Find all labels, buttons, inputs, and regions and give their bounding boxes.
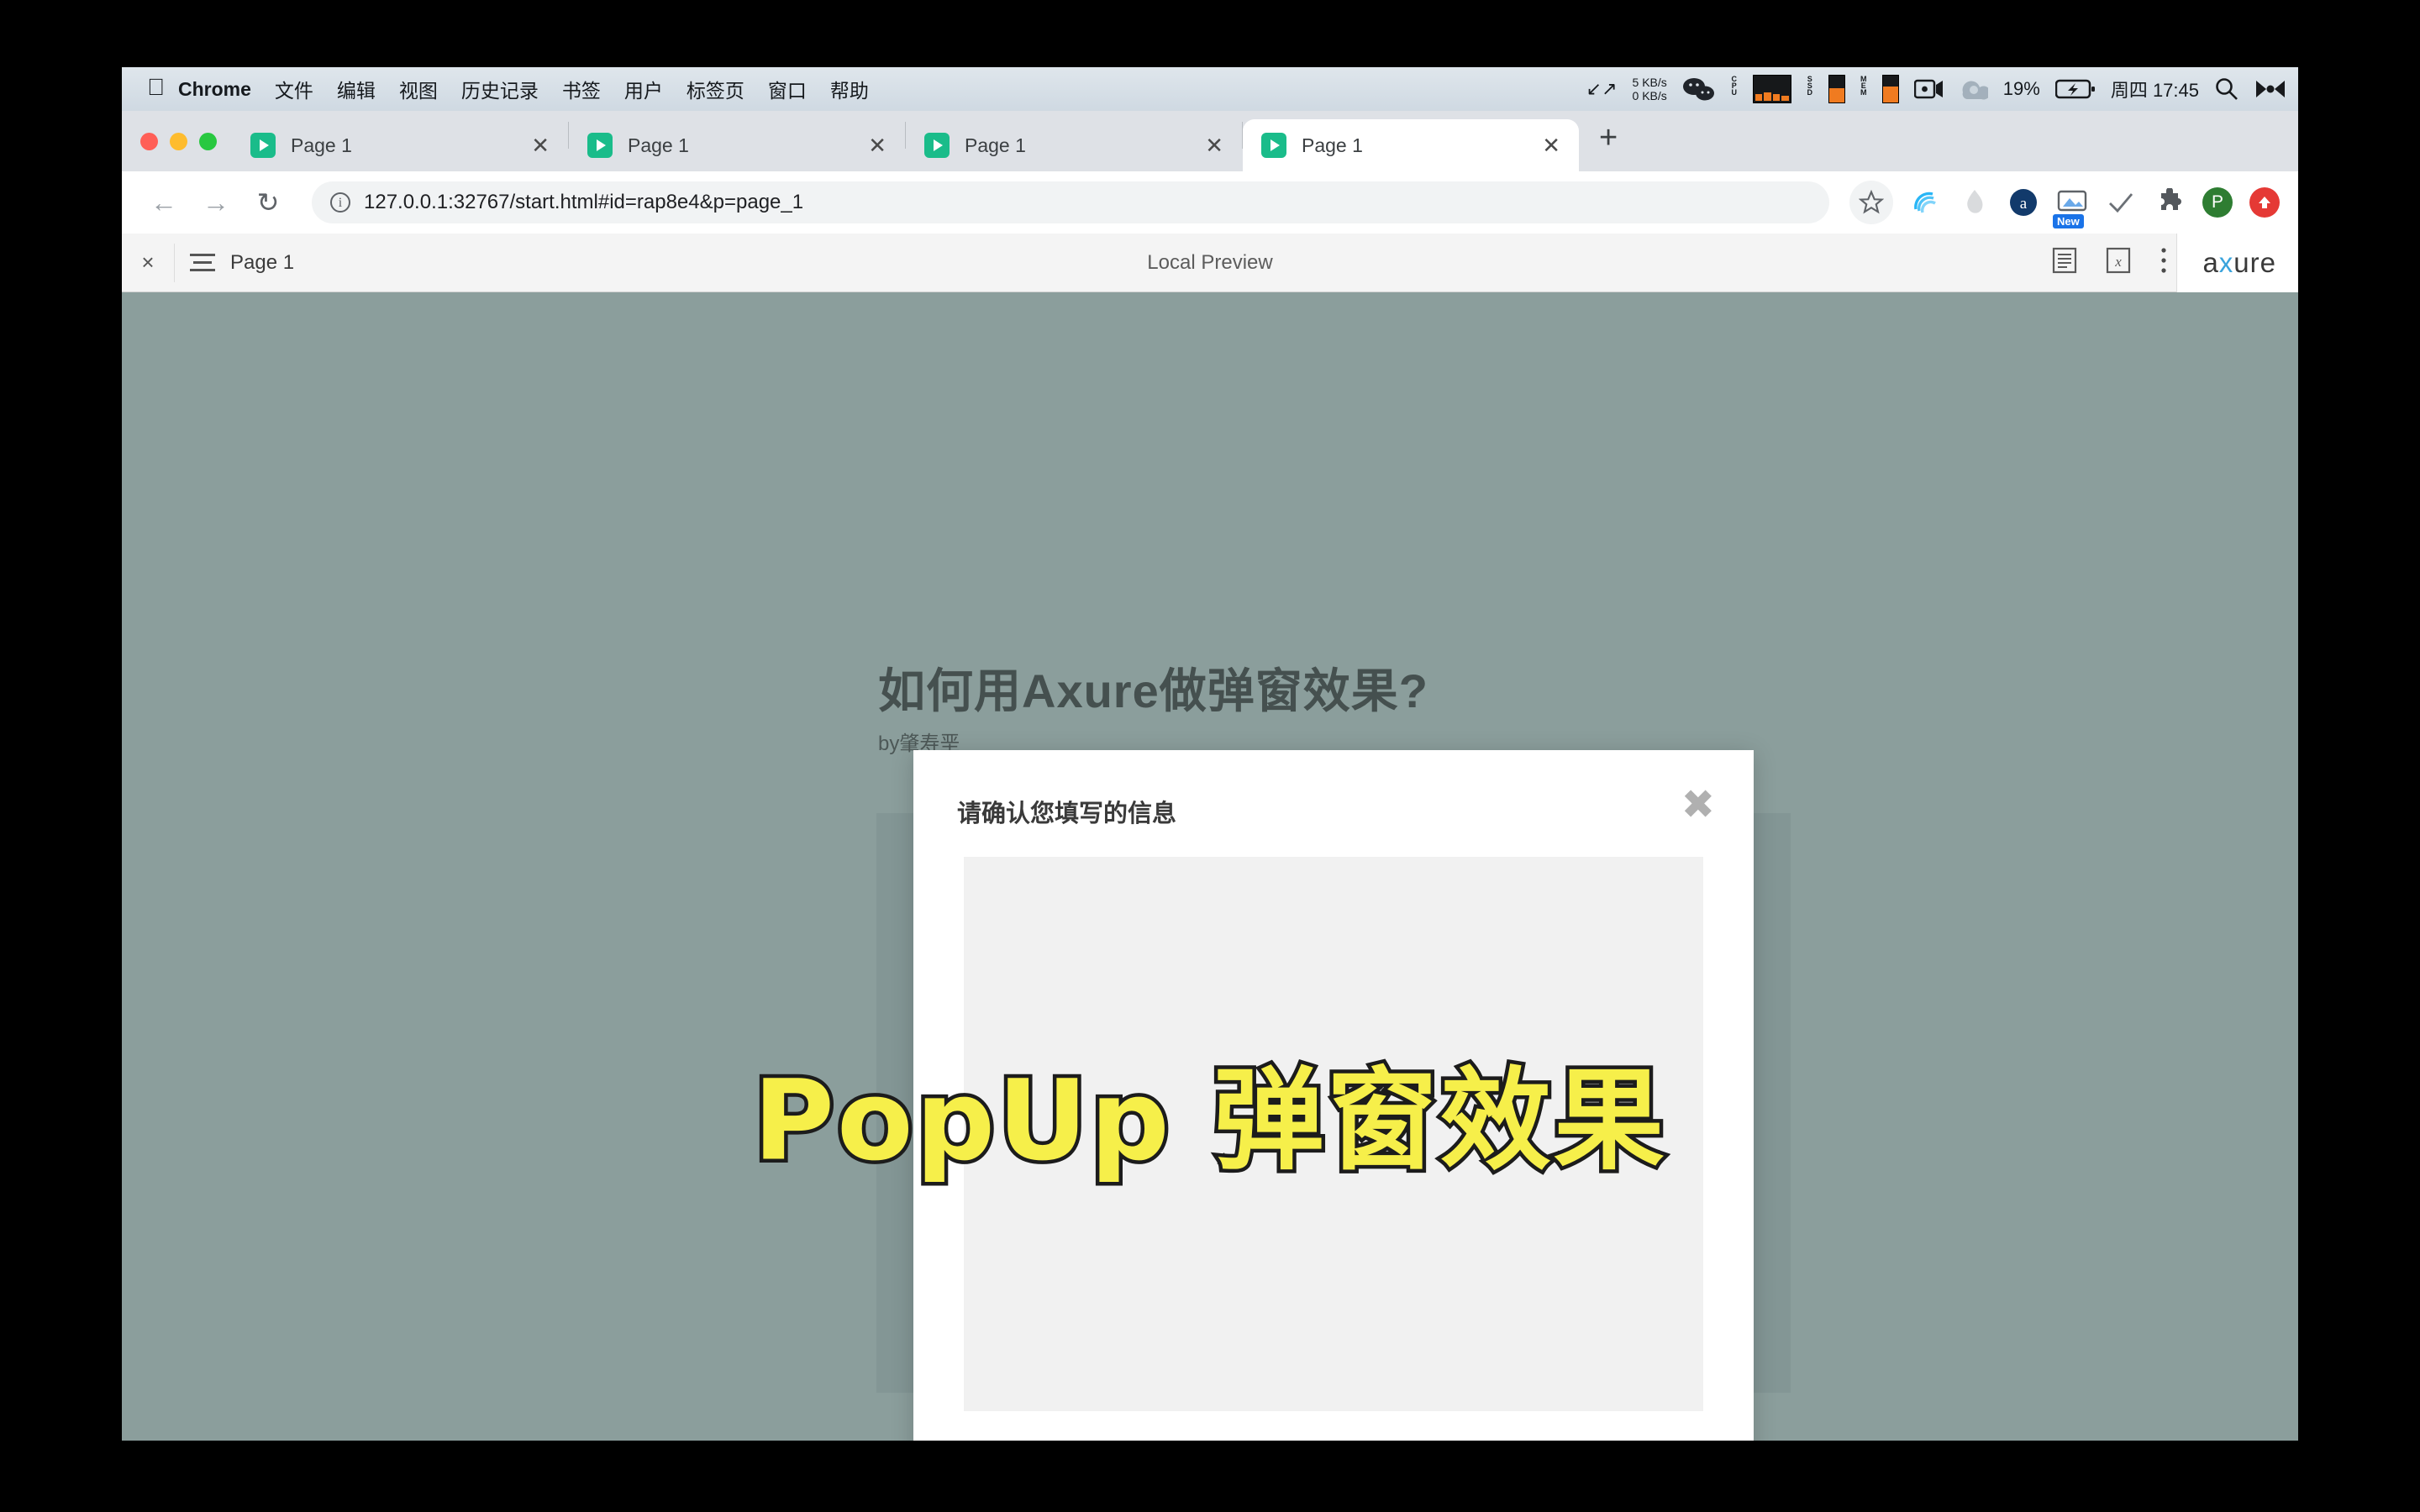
axure-favicon-icon	[250, 133, 276, 158]
desktop-screen:  Chrome 文件 编辑 视图 历史记录 书签 用户 标签页 窗口 帮助 ↙…	[122, 67, 2298, 1441]
extensions-toolbar: a New P	[1849, 181, 2280, 228]
mem-label: MEM	[1859, 75, 1868, 95]
menu-item-profiles[interactable]: 用户	[624, 75, 663, 103]
tab-close-icon[interactable]: ✕	[1535, 133, 1567, 159]
svg-text:x: x	[2115, 254, 2123, 270]
modal-close-icon[interactable]: ✖	[1681, 785, 1715, 826]
menu-item-file[interactable]: 文件	[275, 75, 313, 103]
address-bar-url: 127.0.0.1:32767/start.html#id=rap8e4&p=p…	[364, 191, 804, 213]
extension-new-badge: New	[2053, 214, 2084, 228]
axure-logo[interactable]: a x ure	[2176, 233, 2298, 292]
menu-item-view[interactable]: 视图	[399, 75, 438, 103]
network-upload-speed: 5 KB/s	[1632, 76, 1667, 89]
interactions-panel-icon[interactable]: x	[2106, 247, 2131, 278]
tab-title: Page 1	[965, 134, 1026, 156]
ssd-label: SSD	[1805, 75, 1814, 95]
menu-item-bookmarks[interactable]: 书签	[562, 75, 601, 103]
puzzle-extensions-icon[interactable]	[2154, 186, 2186, 218]
ssd-meter-icon[interactable]	[1828, 75, 1845, 103]
axure-preview-mode-label: Local Preview	[1147, 250, 1273, 274]
axure-preview-toolbar: × Page 1 Local Preview x a x ure	[122, 233, 2298, 292]
address-bar[interactable]: i 127.0.0.1:32767/start.html#id=rap8e4&p…	[312, 181, 1829, 223]
tab-title: Page 1	[291, 134, 352, 156]
menubar-clock[interactable]: 周四 17:45	[2111, 76, 2199, 102]
tab-close-icon[interactable]: ✕	[861, 133, 893, 159]
profile-avatar[interactable]: P	[2202, 187, 2233, 218]
new-tab-button[interactable]: +	[1579, 120, 1634, 163]
macos-menu-bar:  Chrome 文件 编辑 视图 历史记录 书签 用户 标签页 窗口 帮助 ↙…	[122, 67, 2298, 111]
tab-close-icon[interactable]: ✕	[1198, 133, 1230, 159]
waves-extension-icon[interactable]	[1910, 186, 1942, 218]
tab-title: Page 1	[628, 134, 689, 156]
menu-item-tab[interactable]: 标签页	[687, 75, 744, 103]
network-download-speed: 0 KB/s	[1632, 89, 1667, 102]
cloud-sync-icon[interactable]	[1960, 77, 1988, 101]
menu-item-window[interactable]: 窗口	[768, 75, 807, 103]
prototype-canvas: 如何用Axure做弹窗效果? by肇寿垩 请确认您填写的信息 ✖ 取消 确认 P…	[122, 292, 2298, 1441]
bookmark-star-icon[interactable]	[1849, 181, 1893, 224]
forward-button[interactable]: →	[192, 187, 239, 218]
resize-arrows-icon[interactable]: ↙↗	[1586, 78, 1618, 100]
axure-toolbar-right: x	[2052, 246, 2176, 279]
axure-page-name: Page 1	[230, 250, 295, 274]
cpu-label: CPU	[1729, 75, 1739, 95]
axure-logo-ure: ure	[2233, 246, 2276, 278]
battery-charging-icon[interactable]	[2054, 77, 2096, 101]
mem-meter-icon[interactable]	[1881, 75, 1899, 103]
reload-button[interactable]: ↻	[245, 186, 292, 218]
menu-item-help[interactable]: 帮助	[830, 75, 869, 103]
tab-close-icon[interactable]: ✕	[524, 133, 556, 159]
svg-text:a: a	[2020, 195, 2028, 213]
network-speed-indicator[interactable]: 5 KB/s 0 KB/s	[1633, 76, 1667, 102]
screenshot-extension-icon[interactable]: New	[2053, 186, 2088, 228]
axure-favicon-icon	[1261, 133, 1286, 158]
browser-tab-4-active[interactable]: Page 1 ✕	[1243, 119, 1579, 171]
site-info-icon[interactable]: i	[330, 192, 350, 213]
browser-tab-1[interactable]: Page 1 ✕	[232, 119, 568, 171]
video-caption-overlay: PopUp 弹窗效果	[750, 1053, 1669, 1189]
window-minimize-button[interactable]	[170, 132, 187, 150]
tab-title: Page 1	[1302, 134, 1363, 156]
wechat-icon[interactable]	[1682, 76, 1716, 102]
menubar-status-area: ↙↗ 5 KB/s 0 KB/s CPU SSD MEM 19% 周四 17:4…	[1586, 75, 2286, 103]
menu-item-history[interactable]: 历史记录	[461, 75, 539, 103]
browser-tab-strip: Page 1 ✕ Page 1 ✕ Page 1 ✕ Page 1 ✕ +	[122, 111, 2298, 171]
cpu-meter-icon[interactable]	[1752, 75, 1791, 103]
axure-logo-a: a	[2202, 246, 2219, 278]
back-button[interactable]: ←	[140, 187, 187, 218]
prototype-title: 如何用Axure做弹窗效果?	[878, 664, 1428, 717]
window-traffic-lights	[137, 111, 232, 171]
modal-title: 请确认您填写的信息	[957, 801, 1177, 827]
droplet-extension-icon[interactable]	[1959, 186, 1991, 218]
browser-tab-2[interactable]: Page 1 ✕	[569, 119, 905, 171]
window-close-button[interactable]	[140, 132, 158, 150]
spotlight-search-icon[interactable]	[2214, 76, 2239, 102]
menu-item-chrome[interactable]: Chrome	[178, 78, 251, 101]
axure-logo-x: x	[2218, 246, 2234, 278]
battery-percent-label: 19%	[2002, 78, 2040, 99]
update-extension-icon[interactable]	[2249, 187, 2280, 218]
browser-tab-3[interactable]: Page 1 ✕	[906, 119, 1242, 171]
axure-favicon-icon	[587, 133, 613, 158]
chrome-browser-window: Page 1 ✕ Page 1 ✕ Page 1 ✕ Page 1 ✕ + ← …	[122, 111, 2298, 1441]
window-maximize-button[interactable]	[199, 132, 217, 150]
control-center-icon[interactable]	[2254, 79, 2286, 99]
a-badge-extension-icon[interactable]: a	[2007, 186, 2039, 218]
apple-menu-icon[interactable]: 	[147, 76, 165, 99]
checkmark-extension-icon[interactable]	[2105, 186, 2137, 218]
axure-close-sidebar-button[interactable]: ×	[122, 249, 174, 276]
browser-toolbar: ← → ↻ i 127.0.0.1:32767/start.html#id=ra…	[122, 171, 2298, 234]
screen-recorder-icon[interactable]	[1913, 78, 1944, 100]
axure-favicon-icon	[924, 133, 950, 158]
notes-panel-icon[interactable]	[2052, 247, 2077, 278]
menu-item-edit[interactable]: 编辑	[337, 75, 376, 103]
more-options-icon[interactable]	[2160, 246, 2168, 279]
axure-sitemap-menu-icon[interactable]	[175, 254, 230, 271]
